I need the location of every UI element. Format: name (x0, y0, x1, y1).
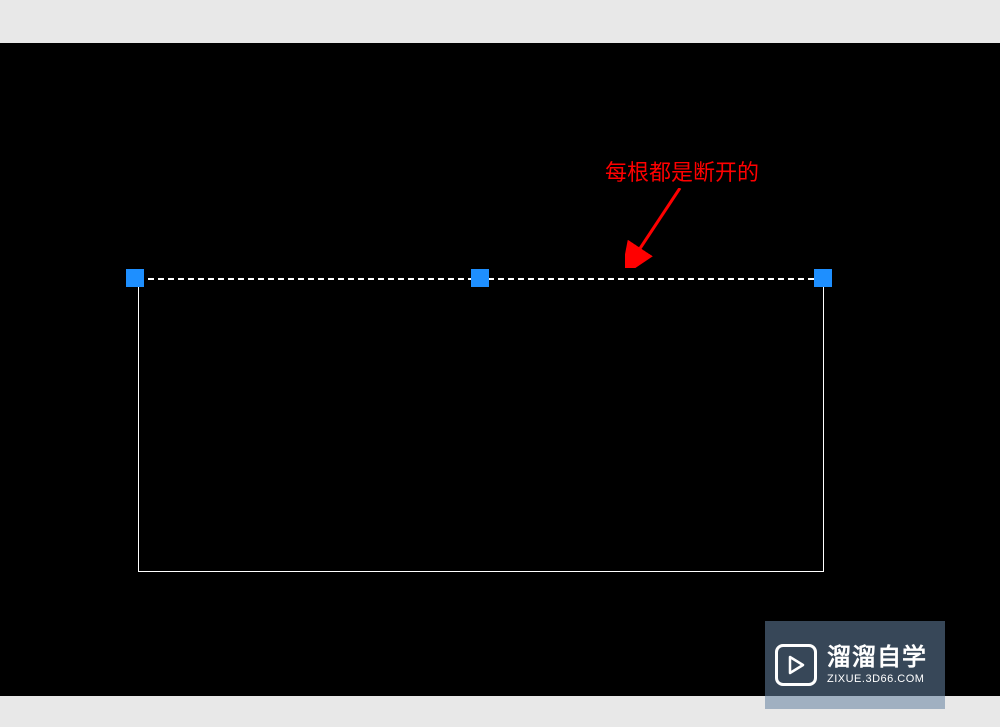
rectangle-bottom-edge[interactable] (138, 571, 824, 572)
watermark-badge: 溜溜自学 ZIXUE.3D66.COM (765, 621, 945, 709)
grip-handle-left[interactable] (126, 269, 144, 287)
play-icon (775, 644, 817, 686)
annotation-arrow-icon (625, 188, 705, 273)
annotation-label: 每根都是断开的 (605, 155, 759, 187)
watermark-text: 溜溜自学 ZIXUE.3D66.COM (827, 644, 927, 686)
grip-handle-middle[interactable] (471, 269, 489, 287)
grip-handle-right[interactable] (814, 269, 832, 287)
rectangle-right-edge[interactable] (823, 280, 824, 572)
rectangle-left-edge[interactable] (138, 280, 139, 572)
watermark-title: 溜溜自学 (827, 644, 927, 673)
watermark-url: ZIXUE.3D66.COM (827, 673, 927, 686)
cad-canvas[interactable]: 每根都是断开的 (0, 43, 1000, 696)
